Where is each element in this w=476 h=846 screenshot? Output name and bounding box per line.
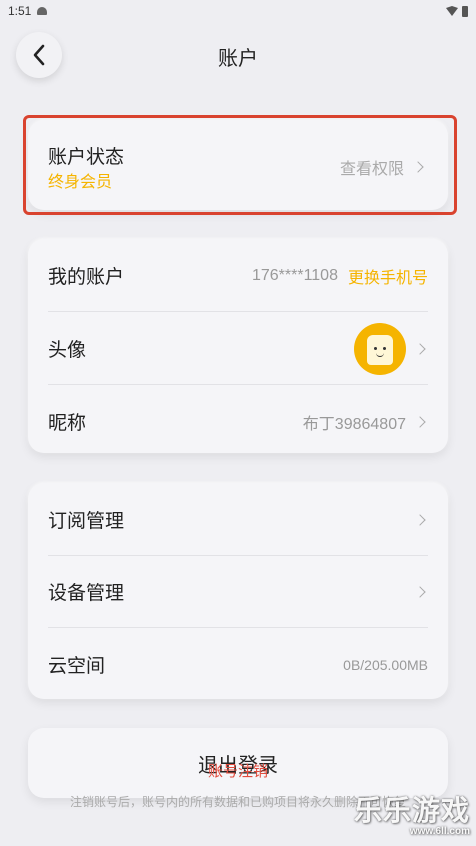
watermark-url: www.6ll.com <box>409 826 470 837</box>
cloud-right: 0B/205.00MB <box>343 657 428 673</box>
subscription-row[interactable]: 订阅管理 <box>48 483 428 556</box>
nickname-row[interactable]: 昵称 布丁39864807 <box>48 385 428 458</box>
chevron-right-icon <box>414 513 426 526</box>
avatar-right <box>354 322 428 375</box>
battery-icon <box>462 5 468 17</box>
phone-number: 176****1108 <box>251 266 338 284</box>
subscription-label: 订阅管理 <box>48 511 125 532</box>
chevron-right-icon <box>414 415 426 428</box>
status-icons <box>446 5 468 17</box>
watermark-logo: 乐乐游戏 www.6ll.com <box>354 796 470 838</box>
android-icon <box>37 7 48 15</box>
subscription-right <box>414 513 428 526</box>
status-time: 1:51 <box>8 4 32 18</box>
pudding-avatar-icon <box>367 334 393 365</box>
account-card: 我的账户 176****1108 更换手机号 头像 昵称 布丁39864807 <box>28 239 448 453</box>
my-account-label: 我的账户 <box>48 267 125 288</box>
chevron-right-icon <box>414 342 426 355</box>
avatar-row[interactable]: 头像 <box>48 312 428 385</box>
avatar-eye <box>383 346 386 350</box>
wifi-icon <box>446 6 458 16</box>
cancel-account-link[interactable]: 账号注销 <box>0 760 476 781</box>
watermark-text: 乐乐游戏 <box>353 795 470 826</box>
nickname-label: 昵称 <box>48 413 87 434</box>
avatar-eye <box>374 346 377 350</box>
avatar-mouth <box>376 353 384 357</box>
cloud-label: 云空间 <box>48 656 106 677</box>
my-account-right: 176****1108 更换手机号 <box>252 264 428 288</box>
avatar[interactable] <box>354 322 406 375</box>
cloud-row[interactable]: 云空间 0B/205.00MB <box>48 628 428 701</box>
nickname-right: 布丁39864807 <box>303 410 428 434</box>
highlight-frame <box>23 115 457 215</box>
cloud-usage: 0B/205.00MB <box>343 656 428 673</box>
change-phone-link[interactable]: 更换手机号 <box>348 264 428 288</box>
status-bar: 1:51 <box>0 0 476 22</box>
device-right <box>414 585 428 598</box>
device-label: 设备管理 <box>48 583 125 604</box>
services-card: 订阅管理 设备管理 云空间 0B/205.00MB <box>28 483 448 699</box>
device-row[interactable]: 设备管理 <box>48 555 428 628</box>
page-title: 账户 <box>218 48 258 70</box>
chevron-right-icon <box>414 585 426 598</box>
avatar-label: 头像 <box>48 340 87 361</box>
nickname-value: 布丁39864807 <box>302 415 406 433</box>
my-account-row[interactable]: 我的账户 176****1108 更换手机号 <box>48 239 428 312</box>
